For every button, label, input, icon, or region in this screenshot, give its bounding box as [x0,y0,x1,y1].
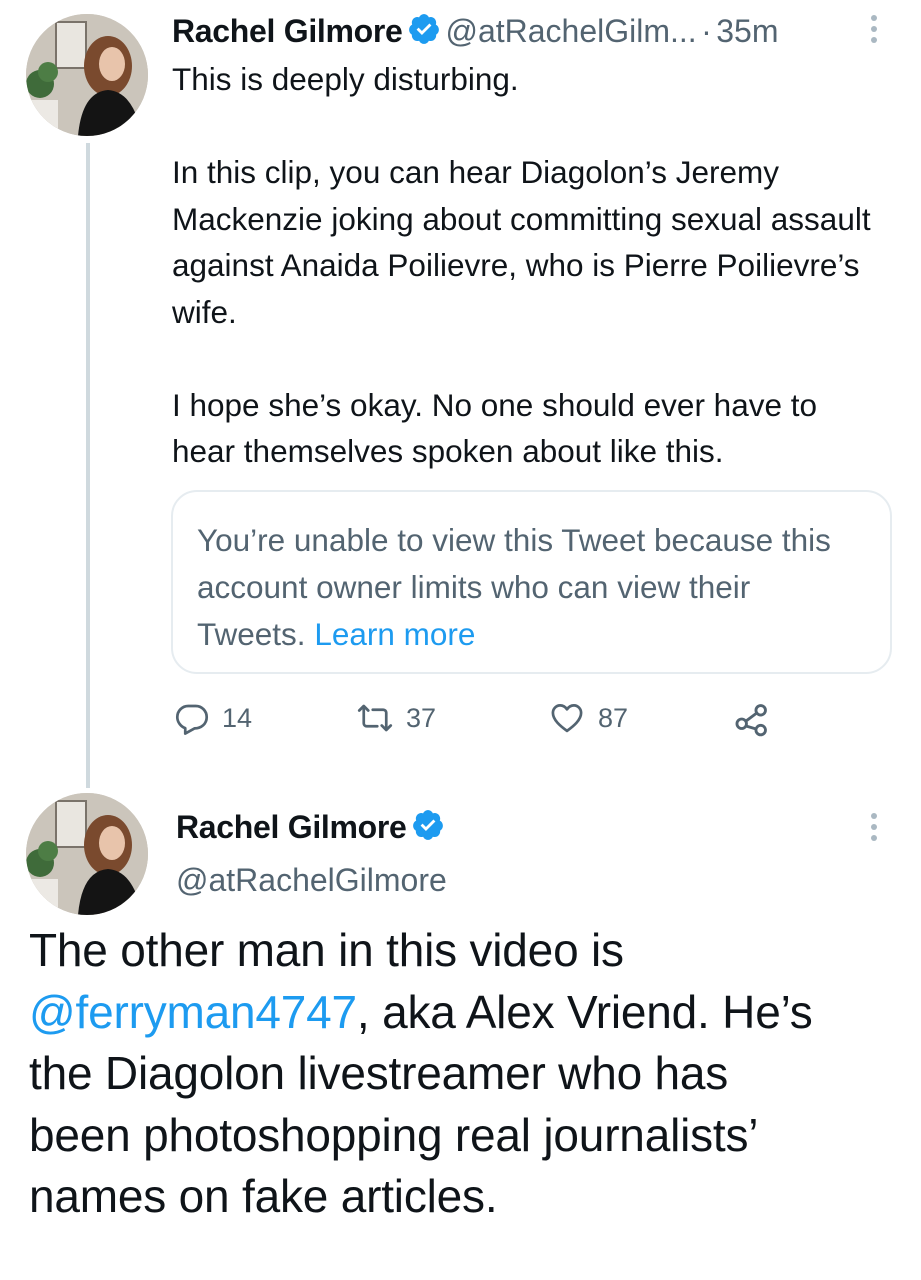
avatar-photo [26,793,148,915]
more-options-icon[interactable] [867,812,881,847]
reply-button[interactable]: 14 [174,700,252,736]
like-button[interactable]: 87 [548,700,628,736]
reply-count: 14 [222,702,253,733]
retweet-icon [357,704,393,732]
author-handle[interactable]: @atRachelGilm... [445,13,696,49]
share-button[interactable] [733,700,783,738]
avatar[interactable] [26,793,148,915]
more-options-icon[interactable] [867,14,881,49]
tweet1-header: Rachel Gilmore @atRachelGilm... · 35m [172,12,779,51]
heart-icon [551,704,583,733]
retweet-count: 37 [406,702,437,733]
unavailable-quote-tweet: You’re unable to view this Tweet because… [171,490,892,674]
author-name[interactable]: Rachel Gilmore [176,809,407,845]
avatar[interactable] [26,14,148,136]
author-name[interactable]: Rachel Gilmore [172,13,403,49]
like-count: 87 [598,702,629,733]
tweet-body: This is deeply disturbing. In this clip,… [172,61,871,469]
verified-badge-icon [411,808,445,847]
reply-icon [175,704,209,735]
header-separator: · [701,13,712,49]
mention-link[interactable]: @ferryman4747 [29,986,357,1038]
retweet-button[interactable]: 37 [356,700,436,736]
quote-unavailable-notice: You’re unable to view this Tweet because… [197,522,831,652]
tweet-timestamp[interactable]: 35m [716,13,778,49]
tweet2-header: Rachel Gilmore [176,808,445,847]
author-handle[interactable]: @atRachelGilmore [176,862,447,899]
avatar-photo [26,14,148,136]
thread-connector-line [86,143,90,788]
share-icon [735,704,767,737]
tweet2-body-start: The other man in this video is [29,924,624,976]
verified-badge-icon [407,12,441,51]
learn-more-link[interactable]: Learn more [314,616,475,652]
tweet2-body: The other man in this video is @ferryman… [29,920,909,1228]
